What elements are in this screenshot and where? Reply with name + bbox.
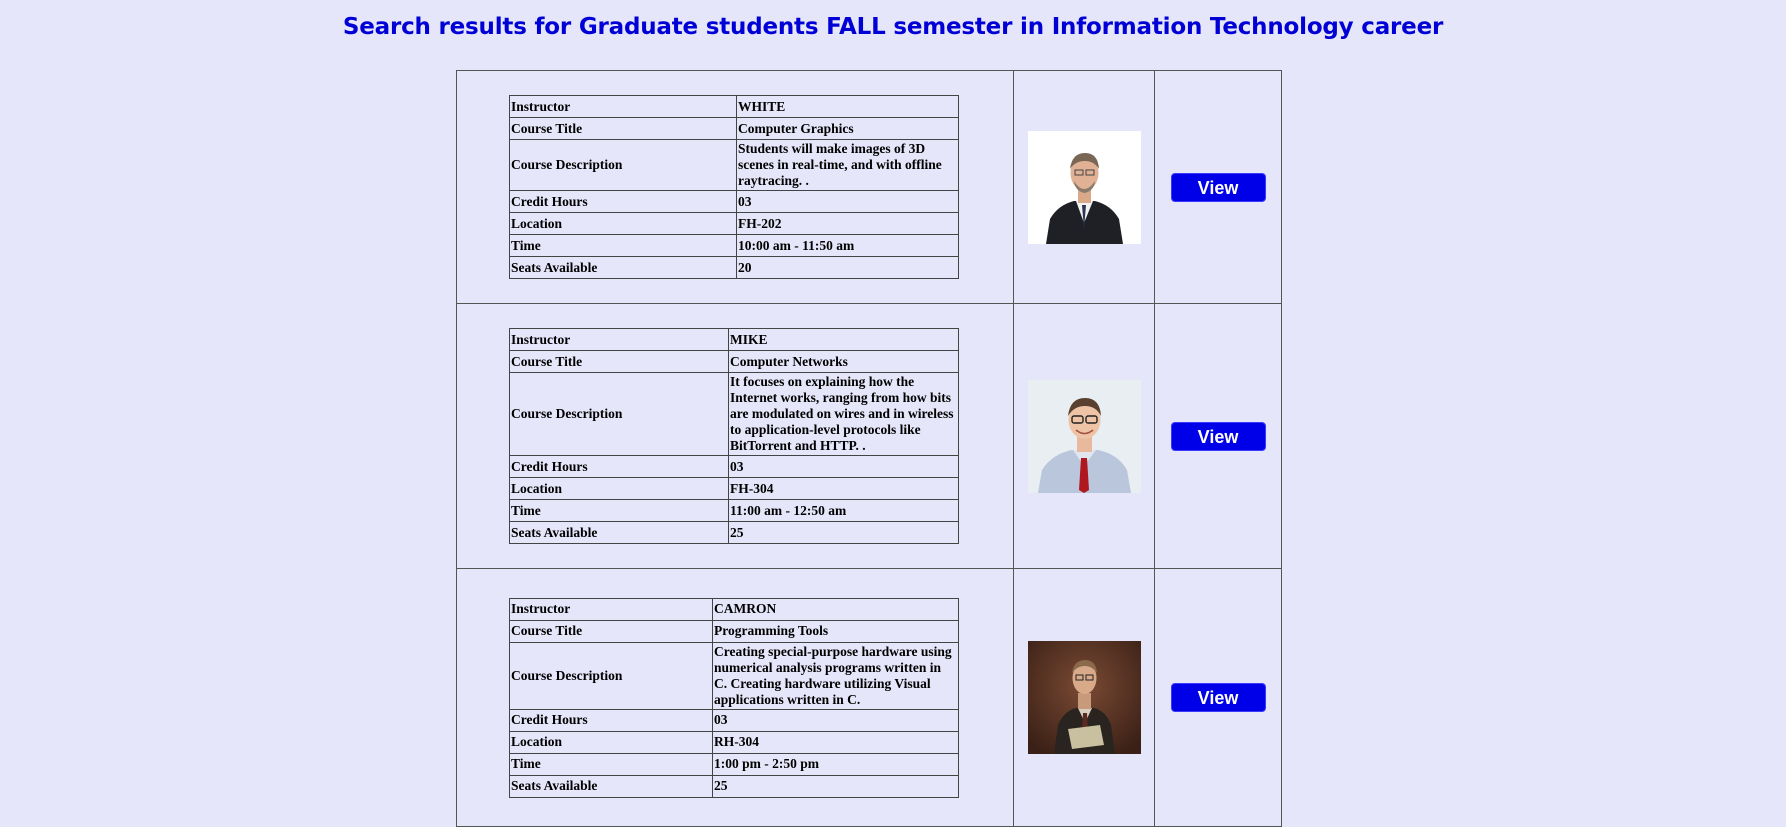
course-description-label: Course Description <box>509 372 729 456</box>
info-row-time: Time 1:00 pm - 2:50 pm <box>509 752 959 776</box>
course-info-table: Instructor CAMRON Course Title Programmi… <box>509 597 959 798</box>
action-cell: View <box>1154 70 1282 304</box>
instructor-photo-cell <box>1013 70 1155 304</box>
time-label: Time <box>509 234 737 257</box>
info-row-seats-available: Seats Available 25 <box>509 521 959 544</box>
credit-hours-label: Credit Hours <box>509 190 737 213</box>
course-title-label: Course Title <box>509 117 737 140</box>
seats-available-label: Seats Available <box>509 521 729 544</box>
instructor-photo <box>1027 379 1141 493</box>
course-info-cell: Instructor MIKE Course Title Computer Ne… <box>456 303 1014 569</box>
course-info-cell: Instructor WHITE Course Title Computer G… <box>456 70 1014 304</box>
info-row-course-title: Course Title Computer Graphics <box>509 117 959 140</box>
location-label: Location <box>509 212 737 235</box>
time-value: 1:00 pm - 2:50 pm <box>712 752 959 776</box>
result-row: Instructor CAMRON Course Title Programmi… <box>456 568 1282 827</box>
instructor-photo <box>1027 641 1141 754</box>
course-description-label: Course Description <box>509 641 713 710</box>
result-row: Instructor MIKE Course Title Computer Ne… <box>456 303 1282 569</box>
info-row-time: Time 10:00 am - 11:50 am <box>509 234 959 257</box>
info-row-credit-hours: Credit Hours 03 <box>509 190 959 213</box>
instructor-label: Instructor <box>509 597 713 621</box>
results-table: Instructor WHITE Course Title Computer G… <box>456 70 1282 827</box>
time-label: Time <box>509 499 729 522</box>
info-row-seats-available: Seats Available 25 <box>509 774 959 798</box>
info-row-location: Location FH-304 <box>509 477 959 500</box>
course-title-value: Computer Networks <box>728 350 959 373</box>
action-cell: View <box>1154 568 1282 827</box>
credit-hours-label: Credit Hours <box>509 455 729 478</box>
course-info-cell: Instructor CAMRON Course Title Programmi… <box>456 568 1014 827</box>
info-row-course-title: Course Title Computer Networks <box>509 350 959 373</box>
seats-available-label: Seats Available <box>509 774 713 798</box>
instructor-value: WHITE <box>736 95 959 118</box>
course-description-value: Students will make images of 3D scenes i… <box>736 139 959 191</box>
info-row-credit-hours: Credit Hours 03 <box>509 708 959 732</box>
instructor-label: Instructor <box>509 328 729 351</box>
credit-hours-value: 03 <box>736 190 959 213</box>
instructor-value: MIKE <box>728 328 959 351</box>
course-title-value: Computer Graphics <box>736 117 959 140</box>
info-row-course-description: Course Description Creating special-purp… <box>509 641 959 710</box>
info-row-course-title: Course Title Programming Tools <box>509 619 959 643</box>
view-button[interactable]: View <box>1170 683 1266 712</box>
instructor-label: Instructor <box>509 95 737 118</box>
page-title: Search results for Graduate students FAL… <box>342 14 1444 40</box>
time-label: Time <box>509 752 713 776</box>
credit-hours-value: 03 <box>728 455 959 478</box>
location-value: FH-304 <box>728 477 959 500</box>
instructor-photo-cell <box>1013 303 1155 569</box>
course-description-value: Creating special-purpose hardware using … <box>712 641 959 710</box>
instructor-photo-cell <box>1013 568 1155 827</box>
location-value: RH-304 <box>712 730 959 754</box>
time-value: 10:00 am - 11:50 am <box>736 234 959 257</box>
course-info-table: Instructor WHITE Course Title Computer G… <box>509 95 959 279</box>
seats-available-value: 25 <box>712 774 959 798</box>
credit-hours-value: 03 <box>712 708 959 732</box>
info-row-location: Location RH-304 <box>509 730 959 754</box>
seats-available-value: 25 <box>728 521 959 544</box>
view-button[interactable]: View <box>1170 421 1266 451</box>
info-row-credit-hours: Credit Hours 03 <box>509 455 959 478</box>
info-row-course-description: Course Description It focuses on explain… <box>509 372 959 456</box>
seats-available-label: Seats Available <box>509 256 737 279</box>
view-button[interactable]: View <box>1170 172 1266 202</box>
location-value: FH-202 <box>736 212 959 235</box>
course-info-table: Instructor MIKE Course Title Computer Ne… <box>509 328 959 544</box>
info-row-seats-available: Seats Available 20 <box>509 256 959 279</box>
action-cell: View <box>1154 303 1282 569</box>
course-title-label: Course Title <box>509 350 729 373</box>
course-title-label: Course Title <box>509 619 713 643</box>
info-row-instructor: Instructor CAMRON <box>509 597 959 621</box>
info-row-course-description: Course Description Students will make im… <box>509 139 959 191</box>
course-title-value: Programming Tools <box>712 619 959 643</box>
info-row-instructor: Instructor WHITE <box>509 95 959 118</box>
info-row-instructor: Instructor MIKE <box>509 328 959 351</box>
info-row-time: Time 11:00 am - 12:50 am <box>509 499 959 522</box>
location-label: Location <box>509 477 729 500</box>
result-row: Instructor WHITE Course Title Computer G… <box>456 70 1282 304</box>
time-value: 11:00 am - 12:50 am <box>728 499 959 522</box>
instructor-value: CAMRON <box>712 597 959 621</box>
location-label: Location <box>509 730 713 754</box>
credit-hours-label: Credit Hours <box>509 708 713 732</box>
course-description-value: It focuses on explaining how the Interne… <box>728 372 959 456</box>
seats-available-value: 20 <box>736 256 959 279</box>
course-description-label: Course Description <box>509 139 737 191</box>
instructor-photo <box>1027 130 1141 244</box>
info-row-location: Location FH-202 <box>509 212 959 235</box>
